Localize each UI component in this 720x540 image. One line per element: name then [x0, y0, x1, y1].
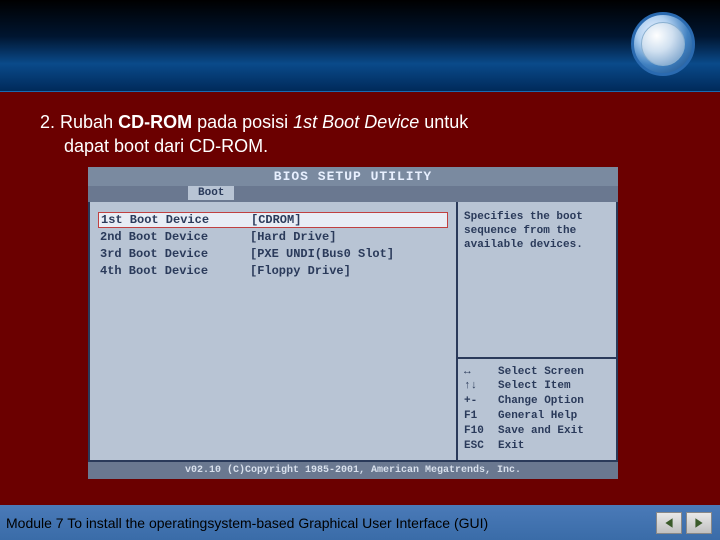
italic-bootdevice: 1st Boot Device: [293, 112, 419, 132]
step-number: 2.: [40, 112, 55, 132]
nav-controls: [656, 512, 712, 534]
boot-device-3: 3rd Boot Device [PXE UNDI(Bus0 Slot]: [98, 246, 448, 262]
bios-body: 1st Boot Device [CDROM] 2nd Boot Device …: [88, 202, 618, 462]
bold-cdrom: CD-ROM: [118, 112, 192, 132]
slide-body: 2. Rubah CD-ROM pada posisi 1st Boot Dev…: [0, 92, 720, 505]
bios-title: BIOS SETUP UTILITY: [88, 167, 618, 186]
boot-device-4: 4th Boot Device [Floppy Drive]: [98, 263, 448, 279]
key-row: ↔Select Screen: [464, 365, 610, 380]
bios-tab-boot: Boot: [188, 186, 234, 200]
bios-copyright: v02.10 (C)Copyright 1985-2001, American …: [88, 462, 618, 479]
logo-badge: [631, 12, 695, 76]
boot-device-1: 1st Boot Device [CDROM]: [98, 212, 448, 228]
bios-right-panel: Specifies the boot sequence from the ava…: [458, 202, 616, 460]
slide-header: [0, 0, 720, 92]
key-row: F1General Help: [464, 409, 610, 424]
arrow-right-icon: [693, 517, 705, 529]
next-button[interactable]: [686, 512, 712, 534]
bios-key-legend: ↔Select Screen ↑↓Select Item +-Change Op…: [458, 357, 616, 460]
instruction-line2: dapat boot dari CD-ROM.: [40, 134, 680, 158]
key-row: ESCExit: [464, 439, 610, 454]
key-row: +-Change Option: [464, 394, 610, 409]
boot-device-2: 2nd Boot Device [Hard Drive]: [98, 229, 448, 245]
key-row: ↑↓Select Item: [464, 379, 610, 394]
arrow-left-icon: [663, 517, 675, 529]
bios-device-list: 1st Boot Device [CDROM] 2nd Boot Device …: [90, 202, 458, 460]
slide-footer: Module 7 To install the operatingsystem-…: [0, 505, 720, 540]
module-label: Module 7 To install the operatingsystem-…: [6, 515, 488, 531]
bios-help-text: Specifies the boot sequence from the ava…: [458, 202, 616, 357]
prev-button[interactable]: [656, 512, 682, 534]
instruction-text: 2. Rubah CD-ROM pada posisi 1st Boot Dev…: [40, 110, 680, 159]
bios-tab-bar: Boot: [88, 186, 618, 202]
key-row: F10Save and Exit: [464, 424, 610, 439]
bios-screenshot: BIOS SETUP UTILITY Boot 1st Boot Device …: [88, 167, 618, 479]
logo-inner: [641, 22, 685, 66]
